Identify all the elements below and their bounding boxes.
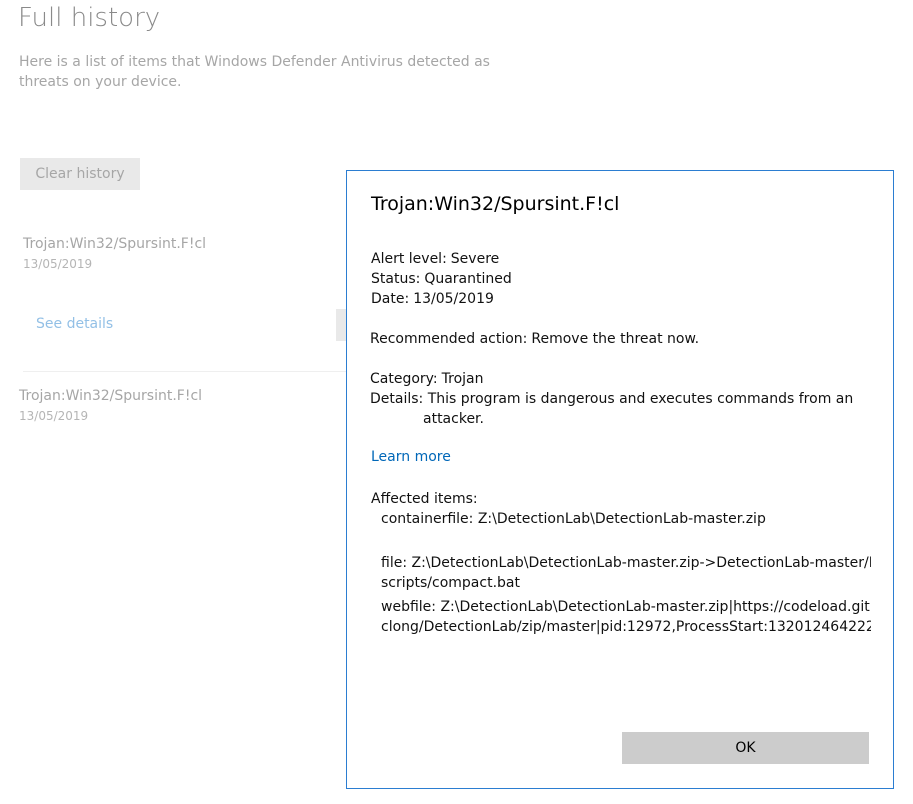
details-row: Details: This program is dangerous and e…	[370, 389, 870, 429]
threat-date: 13/05/2019	[19, 409, 89, 423]
affected-item-line: scripts/compact.bat	[381, 575, 520, 591]
page-title: Full history	[18, 3, 161, 33]
threat-details-dialog: Trojan:Win32/Spursint.F!cl Alert level: S…	[346, 170, 894, 789]
affected-item: file: Z:\DetectionLab\DetectionLab-maste…	[381, 553, 871, 593]
affected-item-line: clong/DetectionLab/zip/master|pid:12972,…	[381, 619, 871, 635]
dialog-title: Trojan:Win32/Spursint.F!cl	[371, 193, 620, 215]
threat-list-item[interactable]: Trojan:Win32/Spursint.F!cl 13/05/2019	[19, 387, 202, 425]
ok-button[interactable]: OK	[622, 732, 869, 764]
alert-level-row: Alert level: Severe	[371, 249, 499, 269]
details-value-continued: attacker.	[423, 411, 484, 427]
recommended-action-value: Remove the threat now.	[531, 331, 700, 347]
affected-item-line: containerfile: Z:\DetectionLab\Detection…	[381, 511, 766, 527]
see-details-link[interactable]: See details	[36, 316, 113, 332]
affected-item: containerfile: Z:\DetectionLab\Detection…	[381, 509, 871, 529]
threat-list-item[interactable]: Trojan:Win32/Spursint.F!cl 13/05/2019	[23, 235, 206, 273]
list-divider	[23, 371, 346, 372]
category-row: Category: Trojan	[370, 369, 484, 389]
category-label: Category:	[370, 371, 438, 387]
status-value: Quarantined	[424, 271, 512, 287]
category-value: Trojan	[441, 371, 484, 387]
recommended-action-row: Recommended action: Remove the threat now…	[370, 329, 699, 349]
recommended-action-label: Recommended action:	[370, 331, 528, 347]
status-label: Status:	[371, 271, 421, 287]
affected-items-label: Affected items:	[371, 491, 478, 507]
affected-item-line: file: Z:\DetectionLab\DetectionLab-maste…	[381, 555, 871, 571]
clear-history-button[interactable]: Clear history	[20, 158, 140, 190]
learn-more-link[interactable]: Learn more	[371, 449, 451, 465]
page-description: Here is a list of items that Windows Def…	[19, 54, 490, 90]
date-value: 13/05/2019	[413, 291, 494, 307]
details-label: Details:	[370, 391, 424, 407]
affected-item-line: webfile: Z:\DetectionLab\DetectionLab-ma…	[381, 599, 871, 615]
threat-name: Trojan:Win32/Spursint.F!cl	[19, 388, 203, 404]
status-row: Status: Quarantined	[371, 269, 512, 289]
defender-window: Full history Here is a list of items tha…	[0, 0, 913, 804]
affected-item: webfile: Z:\DetectionLab\DetectionLab-ma…	[381, 597, 871, 637]
date-row: Date: 13/05/2019	[371, 289, 494, 309]
details-value: This program is dangerous and executes c…	[427, 391, 854, 407]
threat-name: Trojan:Win32/Spursint.F!cl	[23, 236, 207, 252]
alert-level-value: Severe	[450, 251, 500, 267]
threat-date: 13/05/2019	[23, 257, 93, 271]
alert-level-label: Alert level:	[371, 251, 447, 267]
date-label: Date:	[371, 291, 410, 307]
